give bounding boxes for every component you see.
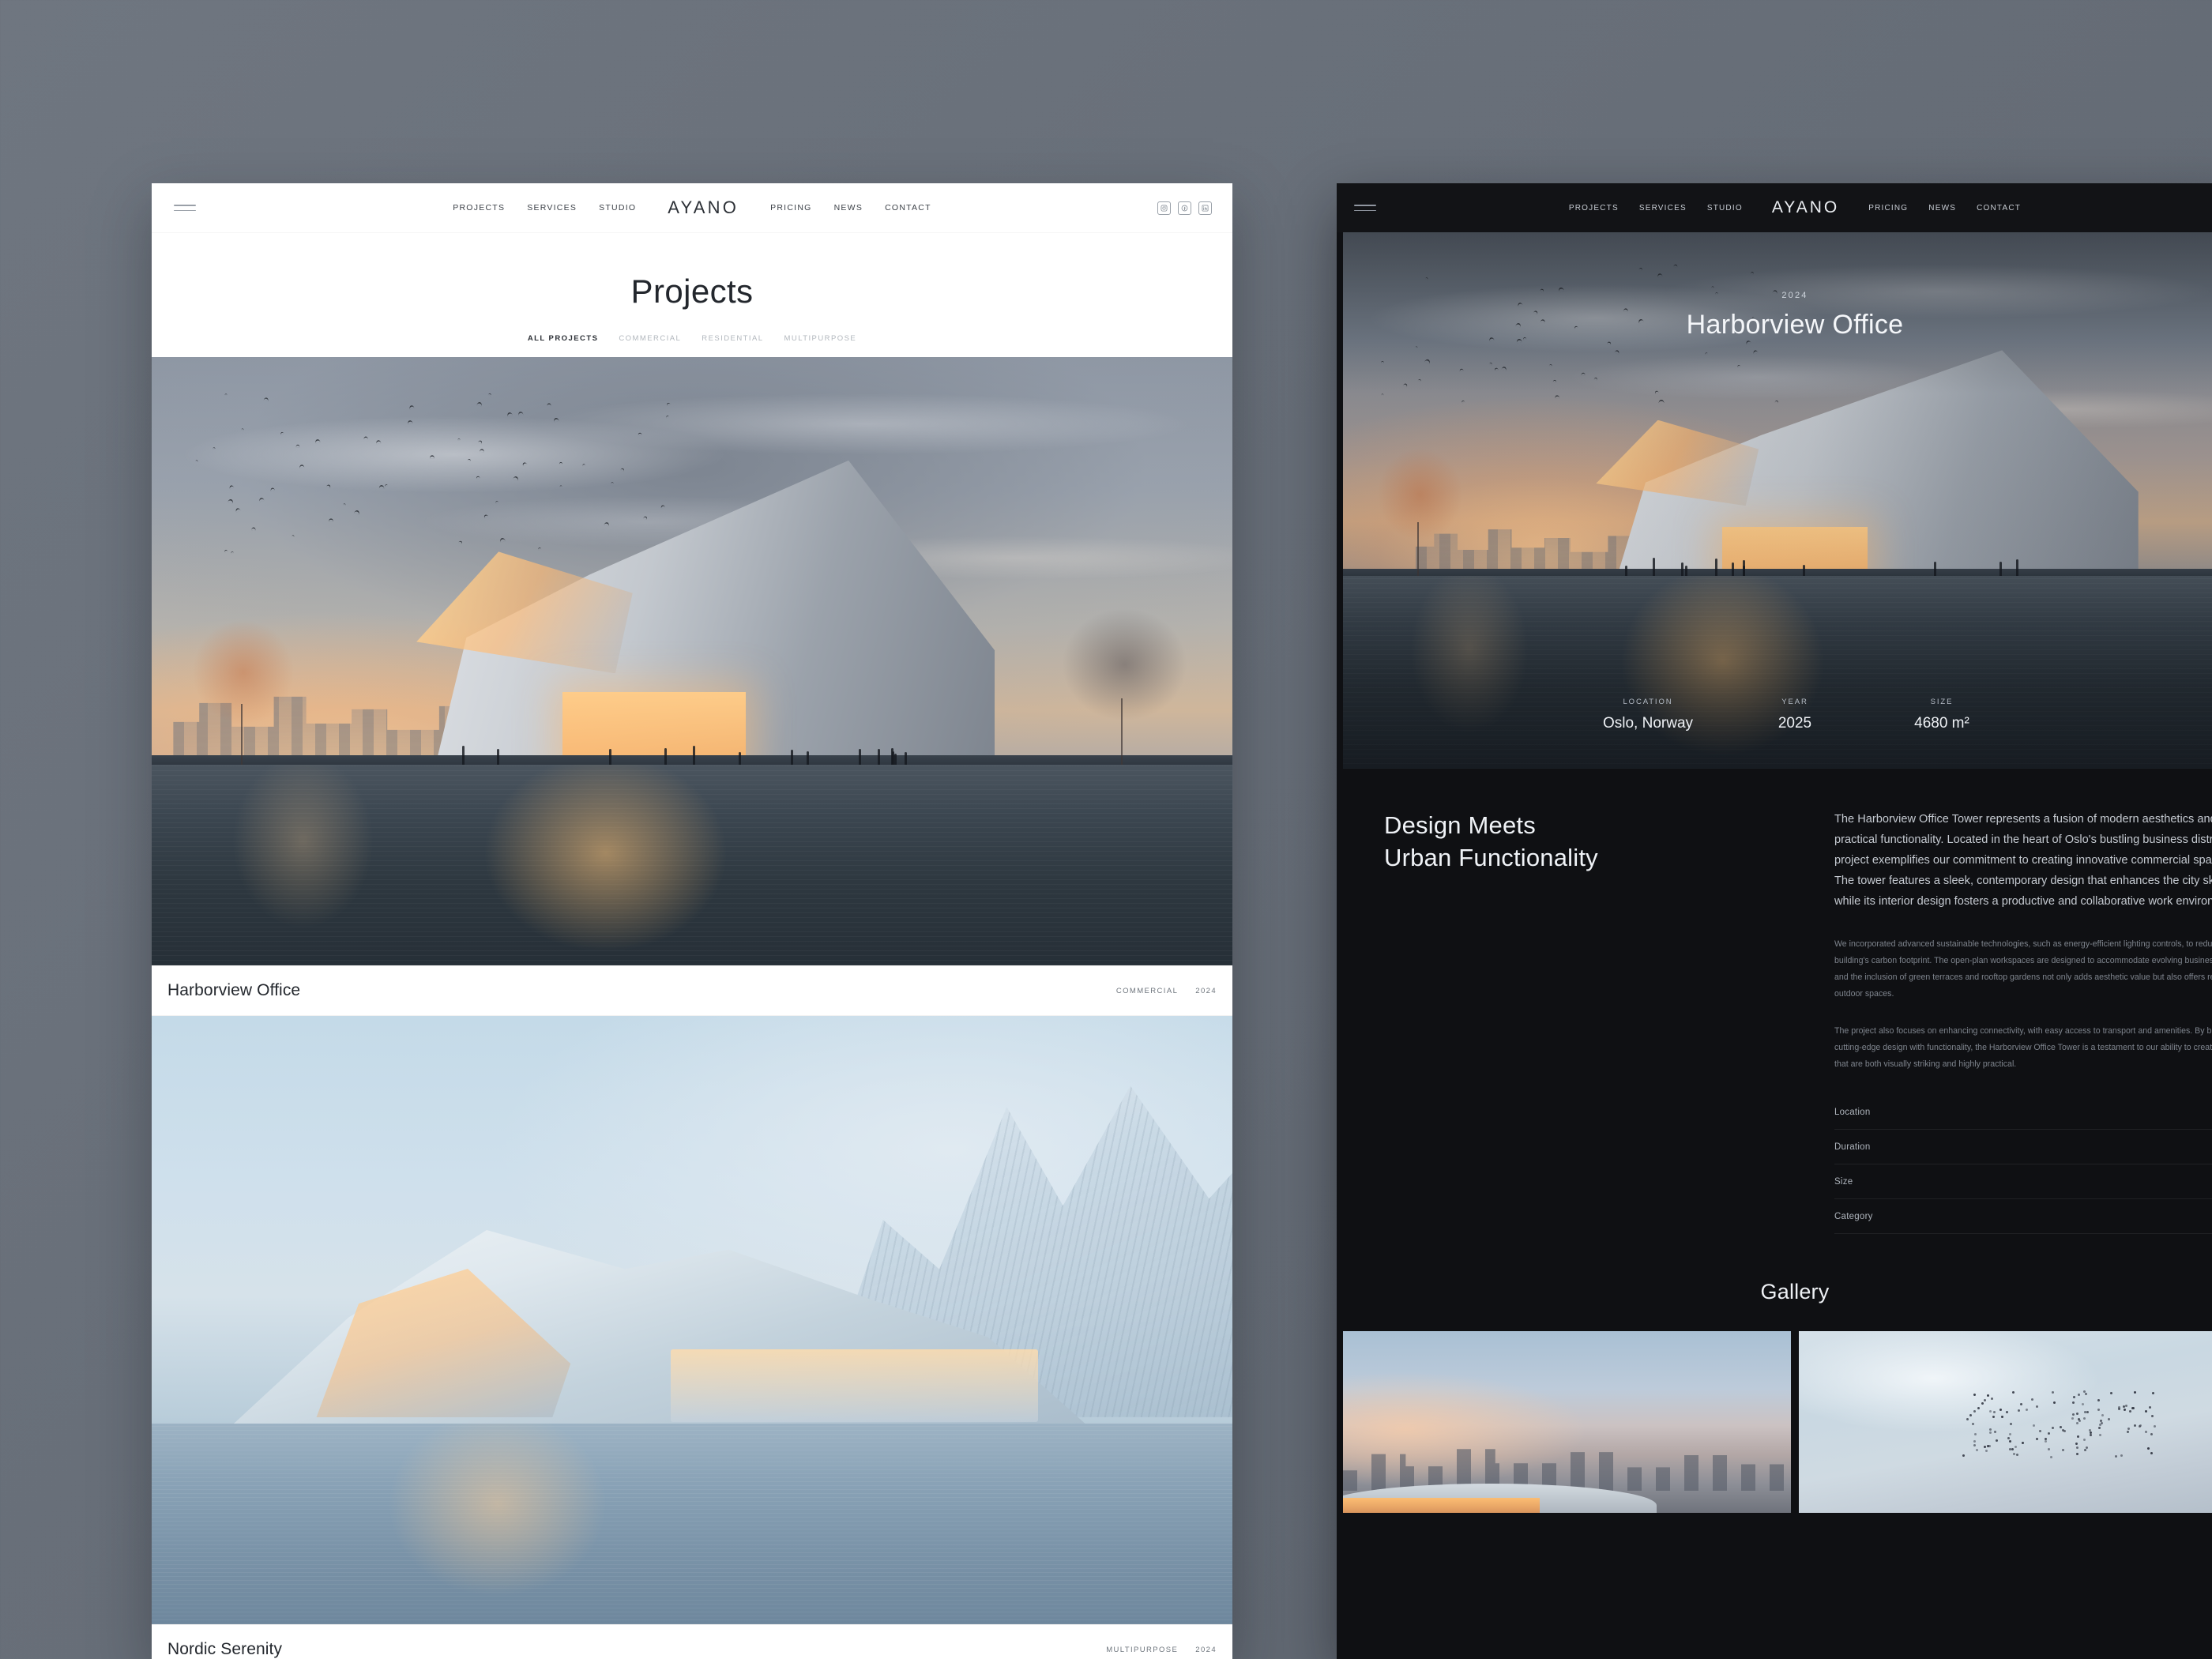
project-detail-window: PROJECTS SERVICES STUDIO AYANO PRICING N… — [1337, 183, 2212, 1659]
stat-value: Oslo, Norway — [1602, 715, 1694, 732]
stat-value: 2025 — [1778, 715, 1812, 732]
gallery-image-2[interactable] — [1799, 1330, 2212, 1513]
nav-link-services[interactable]: SERVICES — [527, 203, 577, 213]
facebook-icon[interactable] — [1178, 201, 1191, 215]
nav-link-contact[interactable]: CONTACT — [885, 203, 931, 213]
project-filter-tabs: ALL PROJECTS COMMERCIAL RESIDENTIAL MULT… — [152, 334, 1232, 357]
instagram-icon[interactable] — [1157, 201, 1171, 215]
spec-row-location[interactable]: Location — [1834, 1095, 2212, 1130]
stat-location: LOCATION Oslo, Norway — [1574, 698, 1721, 732]
stat-value: 4680 m² — [1914, 715, 1969, 732]
nav-link-projects[interactable]: PROJECTS — [453, 203, 505, 213]
stat-label: YEAR — [1781, 698, 1808, 706]
nav-link-services[interactable]: SERVICES — [1639, 204, 1687, 213]
primary-navigation: PROJECTS SERVICES STUDIO AYANO PRICING N… — [1337, 183, 2212, 232]
project-hero-image: 2024 Harborview Office LOCATION Oslo, No… — [1343, 232, 2212, 769]
project-paragraph-3: The project also focuses on enhancing co… — [1834, 1025, 2212, 1069]
filter-commercial[interactable]: COMMERCIAL — [619, 334, 681, 343]
project-image-harborview[interactable] — [152, 357, 1232, 965]
project-year: 2024 — [1195, 986, 1217, 995]
project-category: COMMERCIAL — [1115, 986, 1179, 995]
light-site-header: PROJECTS SERVICES STUDIO AYANO PRICING N… — [152, 183, 1232, 233]
dark-site-header: PROJECTS SERVICES STUDIO AYANO PRICING N… — [1337, 183, 2212, 232]
nav-link-studio[interactable]: STUDIO — [599, 203, 636, 213]
nav-link-pricing[interactable]: PRICING — [1868, 204, 1908, 213]
brand-logo[interactable]: AYANO — [1772, 198, 1839, 217]
gallery-grid — [1337, 1330, 2212, 1513]
nav-link-pricing[interactable]: PRICING — [770, 203, 812, 213]
project-row-nordic-serenity[interactable]: Nordic Serenity MULTIPURPOSE 2024 — [152, 1624, 1232, 1659]
project-name: Harborview Office — [167, 981, 301, 999]
menu-hamburger-icon[interactable] — [1354, 204, 1376, 212]
section-heading-column: Design Meets Urban Functionality — [1337, 810, 1826, 1234]
hero-stats: LOCATION Oslo, Norway YEAR 2025 SIZE 468… — [1343, 698, 2212, 732]
filter-multipurpose[interactable]: MULTIPURPOSE — [784, 334, 857, 343]
hero-caption: 2024 Harborview Office — [1343, 291, 2212, 340]
menu-hamburger-icon[interactable] — [174, 204, 196, 212]
hero-year: 2024 — [1781, 291, 1808, 300]
primary-navigation: PROJECTS SERVICES STUDIO AYANO PRICING N… — [152, 183, 1232, 232]
page-title: Projects — [630, 273, 754, 310]
stat-size: SIZE 4680 m² — [1868, 698, 2015, 732]
project-name: Nordic Serenity — [167, 1640, 283, 1658]
nav-link-contact[interactable]: CONTACT — [1977, 204, 2021, 213]
nav-link-projects[interactable]: PROJECTS — [1569, 204, 1619, 213]
project-lede-paragraph: The Harborview Office Tower represents a… — [1834, 813, 2212, 908]
project-row-harborview[interactable]: Harborview Office COMMERCIAL 2024 — [152, 965, 1232, 1016]
brand-logo[interactable]: AYANO — [668, 198, 739, 218]
gallery-image-1[interactable] — [1343, 1330, 1791, 1513]
spec-row-size[interactable]: Size — [1834, 1164, 2212, 1199]
project-spec-list: Location Duration Size Category — [1834, 1095, 2212, 1234]
nav-link-news[interactable]: NEWS — [1928, 204, 1956, 213]
social-links — [1157, 183, 1212, 232]
section-heading-line-1: Design Meets — [1384, 811, 1536, 839]
section-body-column: The Harborview Office Tower represents a… — [1826, 810, 2212, 1234]
nav-link-studio[interactable]: STUDIO — [1707, 204, 1743, 213]
projects-listing-window: PROJECTS SERVICES STUDIO AYANO PRICING N… — [152, 183, 1232, 1659]
nav-link-news[interactable]: NEWS — [834, 203, 863, 213]
stat-year: YEAR 2025 — [1721, 698, 1868, 732]
spec-row-duration[interactable]: Duration — [1834, 1130, 2212, 1164]
page-title-area: Projects — [152, 233, 1232, 334]
project-year: 2024 — [1195, 1645, 1217, 1654]
stat-label: SIZE — [1930, 698, 1954, 706]
gallery-heading: Gallery — [1760, 1279, 1830, 1304]
spec-row-category[interactable]: Category — [1834, 1199, 2212, 1234]
filter-all-projects[interactable]: ALL PROJECTS — [528, 334, 599, 343]
filter-residential[interactable]: RESIDENTIAL — [702, 334, 763, 343]
section-heading-line-2: Urban Functionality — [1384, 843, 1598, 871]
project-paragraph-2: We incorporated advanced sustainable tec… — [1834, 939, 2212, 999]
linkedin-icon[interactable] — [1198, 201, 1212, 215]
stat-label: LOCATION — [1623, 698, 1673, 706]
project-image-nordic-serenity[interactable] — [152, 1016, 1232, 1624]
project-description-section: Design Meets Urban Functionality The Har… — [1337, 769, 2212, 1234]
hero-project-title: Harborview Office — [1686, 310, 1904, 340]
project-category: MULTIPURPOSE — [1106, 1645, 1179, 1654]
